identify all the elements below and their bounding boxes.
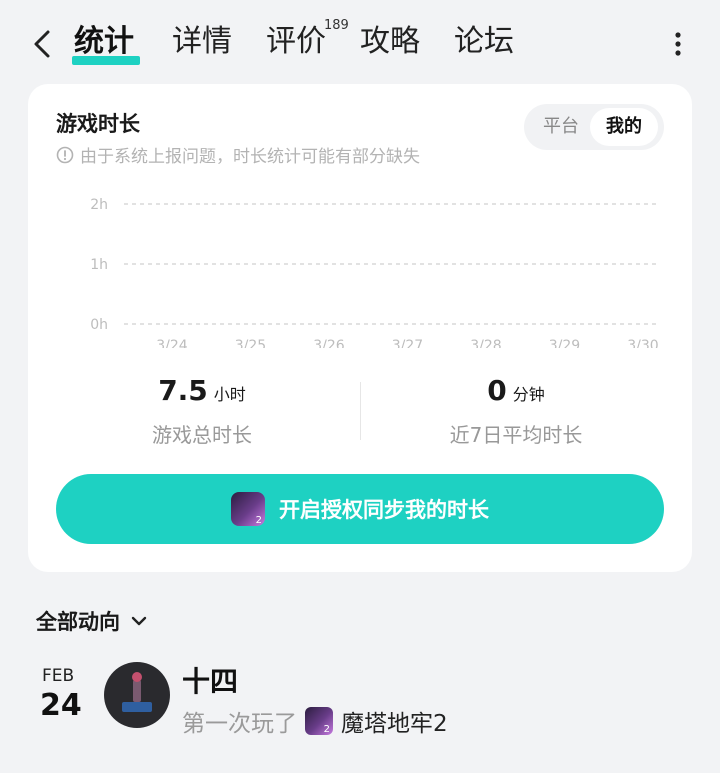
avatar-figure-icon — [122, 672, 152, 712]
game-icon — [231, 492, 265, 526]
y-tick-label: 0h — [90, 317, 108, 333]
avg-playtime-label: 近7日平均时长 — [449, 423, 583, 447]
tab-stats[interactable]: 统计 — [74, 22, 134, 62]
playtime-card: 游戏时长 由于系统上报问题，时长统计可能有部分缺失 平台 我的 0h 1h 2h 3/… — [28, 84, 692, 572]
x-tick-label: 3/25 — [235, 338, 266, 348]
x-tick-label: 3/27 — [392, 338, 423, 348]
activity-filter-label: 全部动向 — [36, 610, 120, 634]
tab-details[interactable]: 详情 — [172, 22, 232, 62]
toggle-mine[interactable]: 我的 — [590, 108, 658, 146]
total-playtime-value: 7.5 — [158, 374, 208, 407]
feed-date-month: FEB — [42, 666, 75, 686]
avg-playtime-stat: 0 分钟 近7日平均时长 — [366, 374, 666, 448]
feed-user-name[interactable]: 十四 — [182, 660, 238, 700]
info-icon — [56, 146, 74, 163]
tab-forum[interactable]: 论坛 — [454, 22, 514, 62]
sync-button-label: 开启授权同步我的时长 — [279, 498, 489, 522]
data-notice: 由于系统上报问题，时长统计可能有部分缺失 — [56, 142, 420, 167]
card-title: 游戏时长 — [56, 112, 140, 136]
avg-playtime-value: 0 — [487, 374, 507, 407]
x-tick-label: 3/29 — [549, 338, 580, 348]
reviews-count-badge: 189 — [324, 18, 349, 33]
feed-activity: 第一次玩了 魔塔地牢2 — [182, 704, 448, 738]
feed-date-day: 24 — [40, 688, 82, 723]
feed-game-name[interactable]: 魔塔地牢2 — [341, 704, 448, 738]
chevron-down-icon — [131, 616, 147, 626]
more-options-icon[interactable] — [668, 30, 688, 58]
sync-playtime-button[interactable]: 开启授权同步我的时长 — [56, 474, 664, 544]
top-nav: 统计 详情 评价 189 攻略 论坛 — [0, 0, 720, 85]
tab-reviews[interactable]: 评价 — [266, 22, 326, 62]
notice-text: 由于系统上报问题，时长统计可能有部分缺失 — [80, 147, 420, 167]
playtime-chart: 0h 1h 2h 3/24 3/25 3/26 3/27 3/28 3/29 3/30 — [90, 197, 660, 348]
x-tick-label: 3/24 — [156, 338, 188, 348]
total-playtime-label: 游戏总时长 — [152, 423, 252, 447]
toggle-platform[interactable]: 平台 — [530, 108, 592, 146]
game-icon — [305, 707, 333, 735]
x-tick-label: 3/28 — [470, 338, 501, 348]
avg-playtime-unit: 分钟 — [512, 385, 545, 404]
x-tick-label: 3/26 — [313, 338, 345, 348]
tab-guides[interactable]: 攻略 — [360, 22, 420, 62]
y-tick-label: 2h — [90, 197, 108, 213]
x-tick-label: 3/30 — [627, 338, 658, 348]
y-tick-label: 1h — [90, 257, 108, 273]
source-toggle: 平台 我的 — [524, 104, 664, 150]
back-arrow-icon[interactable] — [28, 24, 58, 64]
total-playtime-unit: 小时 — [213, 385, 246, 404]
feed-action: 第一次玩了 — [182, 711, 297, 737]
activity-filter-dropdown[interactable]: 全部动向 — [36, 606, 150, 636]
stat-divider — [360, 382, 361, 440]
avatar[interactable] — [104, 662, 170, 728]
total-playtime-stat: 7.5 小时 游戏总时长 — [52, 374, 352, 448]
